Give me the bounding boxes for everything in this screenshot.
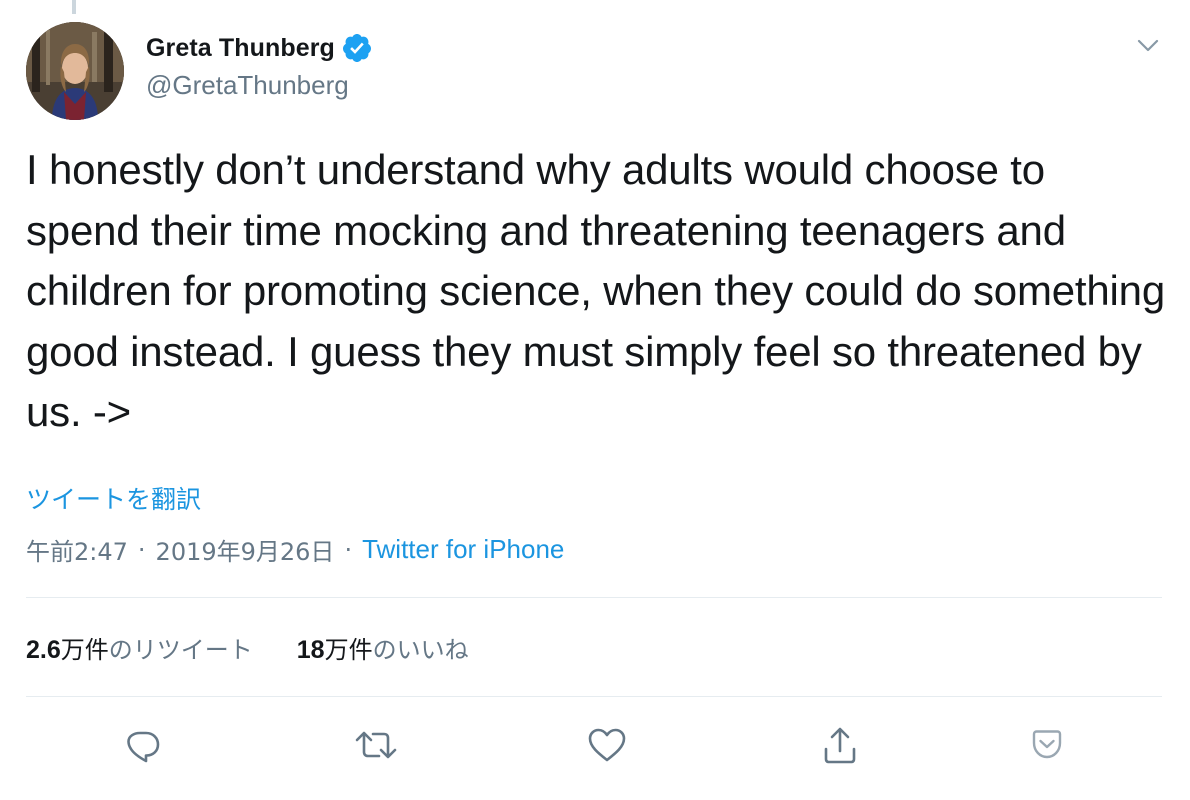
like-label: のいいね <box>372 636 469 664</box>
retweet-label: のリツイート <box>108 636 253 664</box>
meta-separator: · <box>137 535 146 564</box>
tweet-metadata: 午前2:47 · 2019年9月26日 · Twitter for iPhone <box>26 532 564 567</box>
share-icon[interactable] <box>815 720 865 770</box>
tweet-source-link[interactable]: Twitter for iPhone <box>362 534 564 565</box>
author-display-name[interactable]: Greta Thunberg <box>146 34 335 63</box>
retweet-count-stat[interactable]: 2.6 万件 のリツイート <box>26 630 253 665</box>
pocket-save-icon[interactable] <box>1022 720 1072 770</box>
retweet-icon[interactable] <box>351 720 401 770</box>
tweet-card: Greta Thunberg @GretaThunberg I honestly… <box>0 0 1190 800</box>
heart-icon[interactable] <box>582 720 632 770</box>
meta-separator: · <box>344 535 353 564</box>
like-count: 18 <box>296 636 325 664</box>
retweet-count-unit: 万件 <box>60 636 109 664</box>
author-name-row: Greta Thunberg <box>146 30 373 66</box>
thread-connector-line <box>72 0 76 14</box>
divider-top <box>26 597 1162 598</box>
engagement-stats: 2.6 万件 のリツイート 18 万件 のいいね <box>26 630 469 665</box>
avatar[interactable] <box>26 22 124 120</box>
avatar-photo <box>26 22 124 120</box>
author-info: Greta Thunberg @GretaThunberg <box>146 30 373 101</box>
retweet-count: 2.6 <box>26 636 61 664</box>
tweet-time[interactable]: 午前2:47 <box>26 532 128 567</box>
verified-badge-icon <box>341 32 373 64</box>
like-count-unit: 万件 <box>324 636 373 664</box>
chevron-down-icon[interactable] <box>1136 36 1160 56</box>
tweet-text: I honestly don’t understand why adults w… <box>26 146 1165 435</box>
reply-icon[interactable] <box>118 720 168 770</box>
translate-tweet-link[interactable]: ツイートを翻訳 <box>26 480 201 516</box>
author-handle[interactable]: @GretaThunberg <box>146 70 373 101</box>
divider-bottom <box>26 696 1162 697</box>
tweet-date[interactable]: 2019年9月26日 <box>156 532 335 567</box>
tweet-actions <box>0 720 1190 770</box>
like-count-stat[interactable]: 18 万件 のいいね <box>297 630 469 665</box>
